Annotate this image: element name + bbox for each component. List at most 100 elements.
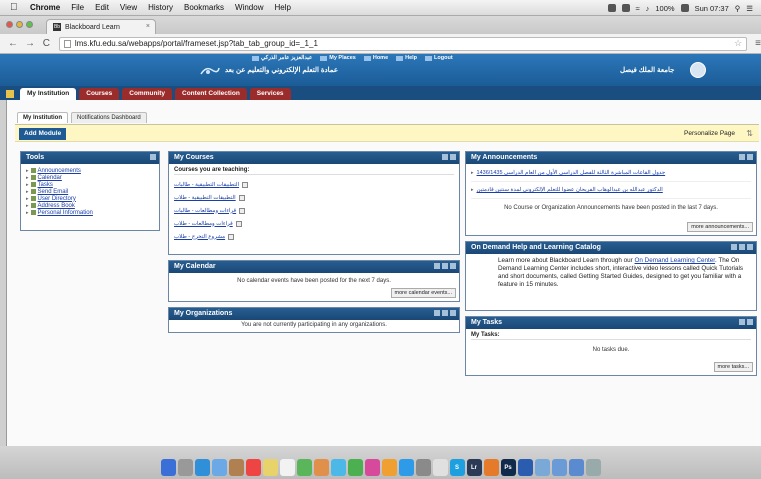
facetime-icon[interactable] (347, 459, 363, 476)
course-link[interactable]: قراءات ومطالعات - طالبات (174, 208, 236, 214)
tab-content-collection[interactable]: Content Collection (175, 88, 247, 100)
module-menu-icon[interactable] (739, 319, 745, 325)
reminders-icon[interactable] (279, 459, 295, 476)
wifi-icon[interactable]: ≈ (636, 4, 640, 13)
module-minimize-icon[interactable] (739, 244, 745, 250)
menu-window[interactable]: Window (235, 3, 263, 12)
menu-bookmarks[interactable]: Bookmarks (184, 3, 224, 12)
ibooks-icon[interactable] (381, 459, 397, 476)
course-menu-icon[interactable] (238, 194, 245, 201)
preview-icon[interactable] (534, 459, 550, 476)
tool-link-announcements[interactable]: Announcements (38, 168, 81, 174)
module-menu-icon[interactable] (434, 310, 440, 316)
course-menu-icon[interactable] (235, 220, 242, 227)
add-module-button[interactable]: Add Module (19, 128, 67, 140)
bookmark-star-icon[interactable]: ☆ (734, 38, 742, 49)
chrome-icon[interactable] (432, 459, 448, 476)
address-bar[interactable]: lms.kfu.edu.sa/webapps/portal/frameset.j… (58, 36, 748, 51)
preferences-icon[interactable] (415, 459, 431, 476)
more-calendar-events-button[interactable]: more calendar events... (390, 288, 456, 298)
tab-courses[interactable]: Courses (79, 88, 120, 100)
user-name-link[interactable]: عبدالعزيز عامر الذركي (252, 55, 312, 61)
app-store-icon[interactable] (398, 459, 414, 476)
finder-icon[interactable] (160, 459, 176, 476)
volume-icon[interactable]: ♪ (646, 4, 650, 13)
launchpad-icon[interactable] (177, 459, 193, 476)
menu-history[interactable]: History (148, 3, 173, 12)
itunes-icon[interactable] (364, 459, 380, 476)
close-window-button[interactable] (6, 21, 13, 28)
browser-tab[interactable]: Bb Blackboard Learn × (46, 19, 156, 34)
url-text[interactable]: lms.kfu.edu.sa/webapps/portal/frameset.j… (75, 39, 318, 48)
tool-link-user-directory[interactable]: User Directory (38, 196, 76, 202)
photos-icon[interactable] (313, 459, 329, 476)
module-menu-icon[interactable] (150, 154, 156, 160)
word-icon[interactable] (517, 459, 533, 476)
close-tab-icon[interactable]: × (146, 23, 150, 30)
help-link[interactable]: Help (396, 55, 417, 61)
trash-icon[interactable] (585, 459, 601, 476)
course-link[interactable]: التطبيقات التطبيقية - طالبات (174, 182, 239, 188)
skype-icon[interactable]: S (449, 459, 465, 476)
calendar-icon[interactable] (245, 459, 261, 476)
contacts-icon[interactable] (228, 459, 244, 476)
personalize-page-link[interactable]: Personalize Page (684, 130, 735, 137)
zoom-window-button[interactable] (26, 21, 33, 28)
battery-icon[interactable] (680, 4, 689, 12)
messages-icon[interactable] (330, 459, 346, 476)
home-link[interactable]: Home (363, 55, 388, 61)
back-icon[interactable]: ← (8, 38, 18, 49)
course-menu-icon[interactable] (228, 233, 235, 240)
safari-icon[interactable] (194, 459, 210, 476)
tool-link-address-book[interactable]: Address Book (38, 203, 75, 209)
module-minimize-icon[interactable] (450, 154, 456, 160)
tool-link-calendar[interactable]: Calendar (38, 175, 62, 181)
module-close-icon[interactable] (747, 244, 753, 250)
clock[interactable]: Sun 07:37 (695, 4, 729, 13)
module-minimize-icon[interactable] (747, 319, 753, 325)
module-close-icon[interactable] (450, 310, 456, 316)
reorder-icon[interactable]: ⇅ (746, 129, 753, 138)
module-minimize-icon[interactable] (442, 263, 448, 269)
chrome-menu-icon[interactable]: ≡ (755, 38, 761, 49)
module-menu-icon[interactable] (731, 244, 737, 250)
course-link[interactable]: قراءات ومطالعات - طلاب (174, 221, 233, 227)
tool-link-send-email[interactable]: Send Email (38, 189, 69, 195)
course-menu-icon[interactable] (242, 181, 249, 188)
lightroom-icon[interactable]: Lr (466, 459, 482, 476)
module-minimize-icon[interactable] (442, 310, 448, 316)
announcement-link[interactable]: الدكتور عبدالله بن عبدالوهاب الفريحان عض… (477, 187, 663, 193)
bluetooth-icon[interactable] (621, 4, 630, 12)
tab-services[interactable]: Services (249, 88, 291, 100)
notification-center-icon[interactable]: ☰ (746, 4, 753, 13)
course-menu-icon[interactable] (239, 207, 246, 214)
reload-icon[interactable]: C (42, 38, 51, 49)
tool-link-personal-information[interactable]: Personal Information (38, 210, 93, 216)
folder-icon[interactable] (551, 459, 567, 476)
tab-my-institution[interactable]: My Institution (20, 88, 77, 100)
tab-community[interactable]: Community (122, 88, 173, 100)
subtab-notifications-dashboard[interactable]: Notifications Dashboard (71, 112, 147, 123)
firefox-icon[interactable] (483, 459, 499, 476)
module-menu-icon[interactable] (442, 154, 448, 160)
photoshop-icon[interactable]: Ps (500, 459, 516, 476)
module-menu-icon[interactable] (434, 263, 440, 269)
more-tasks-button[interactable]: more tasks... (713, 362, 753, 372)
my-places-link[interactable]: My Places (320, 55, 356, 61)
module-minimize-icon[interactable] (747, 154, 753, 160)
logout-link[interactable]: Logout (425, 55, 453, 61)
mail-icon[interactable] (211, 459, 227, 476)
course-link[interactable]: مشروع التخرج - طلاب (174, 234, 225, 240)
spotlight-icon[interactable]: ⚲ (735, 4, 741, 13)
menu-view[interactable]: View (120, 3, 137, 12)
menu-toggle-icon[interactable] (6, 90, 14, 98)
menu-edit[interactable]: Edit (95, 3, 109, 12)
course-link[interactable]: التطبيقات التطبيقية - طلاب (174, 195, 236, 201)
downloads-icon[interactable] (568, 459, 584, 476)
module-close-icon[interactable] (450, 263, 456, 269)
minimize-window-button[interactable] (16, 21, 23, 28)
maps-icon[interactable] (296, 459, 312, 476)
module-menu-icon[interactable] (739, 154, 745, 160)
tool-link-tasks[interactable]: Tasks (38, 182, 53, 188)
announcement-link[interactable]: جدول القاعات المباشرة الثالثة للفصل الدر… (477, 170, 666, 176)
